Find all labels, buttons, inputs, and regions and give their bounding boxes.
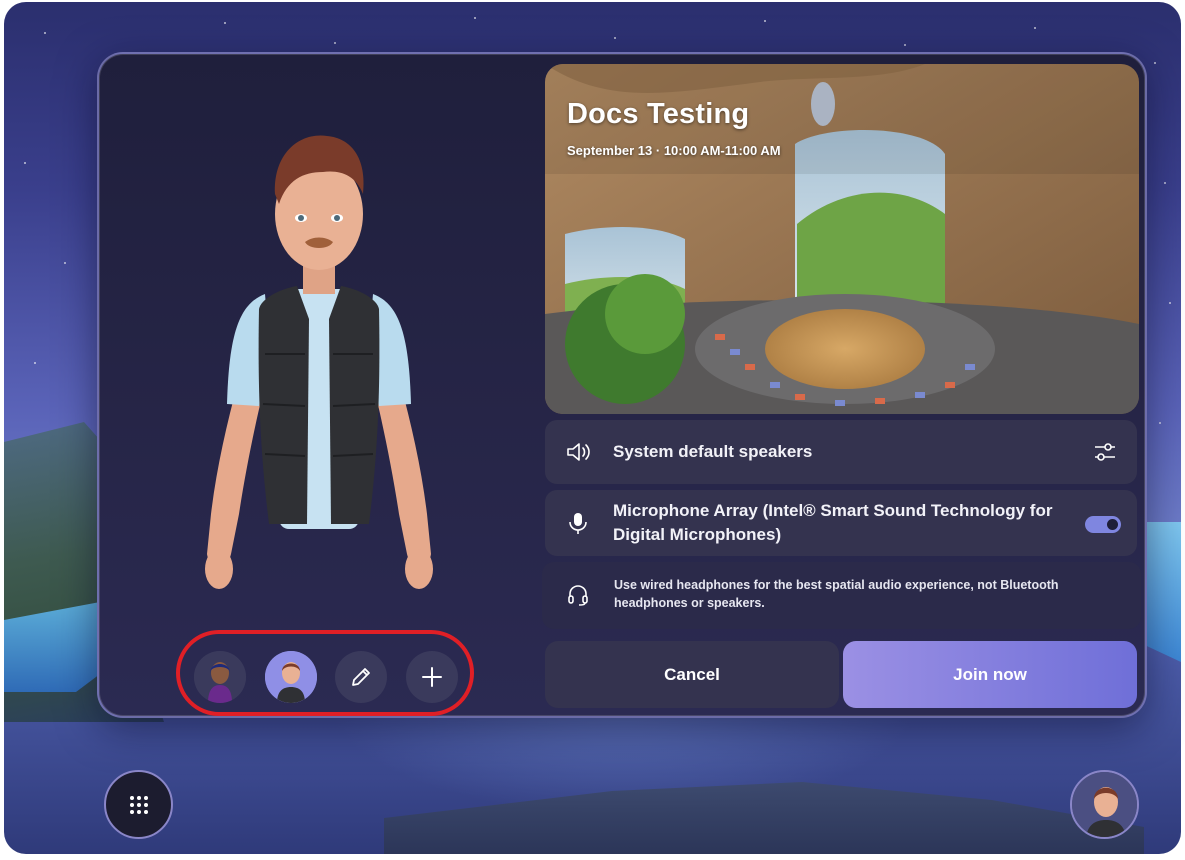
speaker-label: System default speakers — [613, 442, 813, 461]
meeting-title: Docs Testing — [567, 98, 750, 130]
speaker-icon — [565, 439, 591, 465]
apps-button[interactable] — [104, 770, 173, 839]
microphone-toggle[interactable] — [1085, 516, 1121, 533]
avatar-option-1[interactable] — [194, 651, 246, 703]
sliders-icon[interactable] — [1093, 440, 1117, 464]
avatar-option-2-selected[interactable] — [265, 651, 317, 703]
cancel-button[interactable]: Cancel — [545, 641, 839, 708]
meeting-datetime: September 13 · 10:00 AM-11:00 AM — [567, 143, 781, 158]
profile-avatar-button[interactable] — [1070, 770, 1139, 839]
avatar-picker-highlight — [176, 630, 474, 716]
join-now-button[interactable]: Join now — [843, 641, 1137, 708]
join-meeting-panel: Docs Testing September 13 · 10:00 AM-11:… — [97, 52, 1147, 718]
headphones-tip-text: Use wired headphones for the best spatia… — [614, 578, 1059, 610]
edit-avatar-button[interactable] — [335, 651, 387, 703]
plus-icon — [422, 667, 442, 687]
microphone-label: Microphone Array (Intel® Smart Sound Tec… — [613, 501, 1053, 544]
pencil-icon — [352, 668, 370, 686]
add-avatar-button[interactable] — [406, 651, 458, 703]
app-grid-icon — [129, 795, 148, 814]
headset-icon — [566, 583, 590, 607]
microphone-selector[interactable]: Microphone Array (Intel® Smart Sound Tec… — [545, 490, 1137, 556]
meeting-room-preview: Docs Testing September 13 · 10:00 AM-11:… — [545, 64, 1139, 414]
avatar-preview — [199, 114, 439, 594]
microphone-icon — [565, 510, 591, 536]
speaker-selector[interactable]: System default speakers — [545, 420, 1137, 484]
headphones-tip: Use wired headphones for the best spatia… — [542, 562, 1141, 629]
